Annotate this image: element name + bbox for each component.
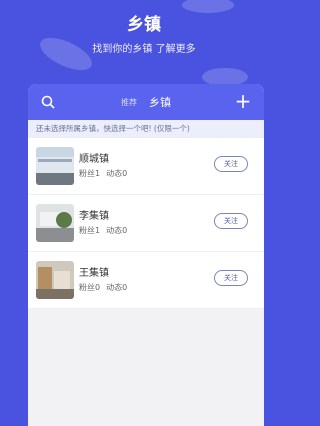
list-item[interactable]: 顺城镇 粉丝1 动态0 关注 bbox=[28, 138, 264, 195]
page-title: 乡镇 bbox=[127, 15, 161, 35]
town-stats: 粉丝1 动态0 bbox=[79, 225, 133, 236]
tab-town[interactable]: 乡镇 bbox=[149, 94, 171, 110]
town-thumbnail bbox=[36, 147, 74, 185]
town-stats: 粉丝1 动态0 bbox=[79, 168, 133, 179]
town-name: 顺城镇 bbox=[79, 154, 109, 165]
tab-recommend[interactable]: 推荐 bbox=[121, 97, 137, 108]
list-item[interactable]: 王集镇 粉丝0 动态0 关注 bbox=[28, 252, 264, 309]
posts-count: 动态0 bbox=[106, 283, 128, 292]
page-subtitle: 找到你的乡镇 了解更多 bbox=[92, 44, 196, 55]
follow-button[interactable]: 关注 bbox=[214, 270, 248, 286]
town-stats: 粉丝0 动态0 bbox=[79, 282, 133, 293]
town-name: 王集镇 bbox=[79, 268, 109, 279]
fans-count: 粉丝1 bbox=[79, 169, 101, 178]
town-thumbnail bbox=[36, 204, 74, 242]
follow-button[interactable]: 关注 bbox=[214, 156, 248, 172]
list-item[interactable]: 李集镇 粉丝1 动态0 关注 bbox=[28, 195, 264, 252]
posts-count: 动态0 bbox=[106, 226, 128, 235]
town-list: 顺城镇 粉丝1 动态0 关注 李集镇 粉丝1 动态0 关注 王集镇 粉丝0 动态… bbox=[28, 138, 264, 309]
plus-icon[interactable]: + bbox=[234, 91, 252, 111]
town-name: 李集镇 bbox=[79, 211, 109, 222]
search-icon[interactable] bbox=[40, 94, 56, 110]
notice-text: 还未选择所属乡镇，快选择一个吧! (仅限一个) bbox=[28, 120, 264, 138]
top-bar: 推荐 乡镇 + bbox=[28, 84, 264, 120]
posts-count: 动态0 bbox=[106, 169, 128, 178]
town-card: 推荐 乡镇 + 还未选择所属乡镇，快选择一个吧! (仅限一个) 顺城镇 粉丝1 动… bbox=[28, 84, 264, 426]
fans-count: 粉丝0 bbox=[79, 283, 101, 292]
follow-button[interactable]: 关注 bbox=[214, 213, 248, 229]
fans-count: 粉丝1 bbox=[79, 226, 101, 235]
town-thumbnail bbox=[36, 261, 74, 299]
